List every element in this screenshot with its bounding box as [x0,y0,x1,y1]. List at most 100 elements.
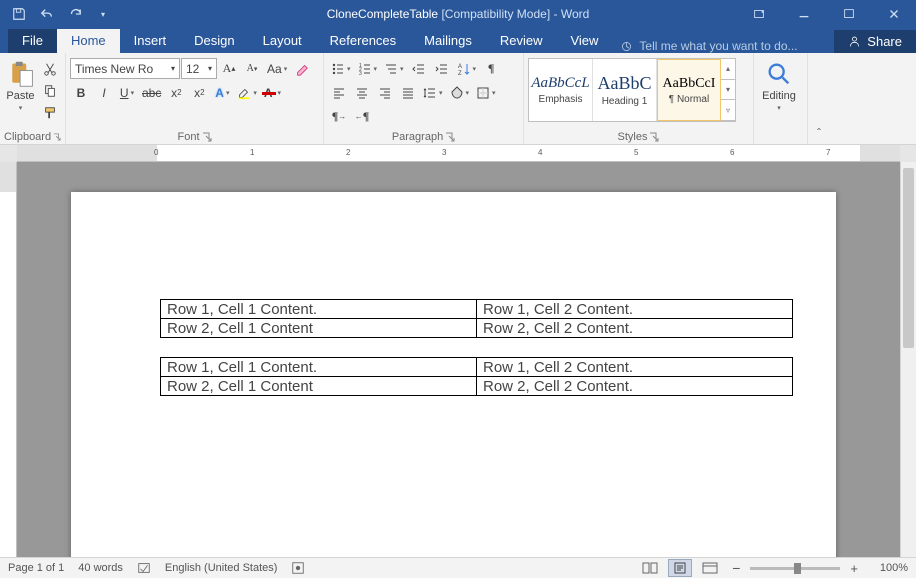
vertical-scrollbar[interactable] [900,162,916,557]
show-marks-button[interactable]: ¶ [480,58,502,79]
table-1[interactable]: Row 1, Cell 1 Content.Row 1, Cell 2 Cont… [160,299,793,338]
font-size[interactable]: 12▾ [181,58,217,79]
indent-button[interactable] [431,58,453,79]
redo-button[interactable] [62,1,88,27]
vertical-ruler[interactable] [0,162,17,557]
status-bar: Page 1 of 1 40 words English (United Sta… [0,557,916,578]
tab-review[interactable]: Review [486,29,557,53]
subscript-button[interactable]: x2 [165,82,187,103]
ribbon-display-options[interactable] [736,0,781,28]
group-paragraph: 123 AZ ¶ ¶→ ←¶ Paragraph [324,53,524,144]
editing-button[interactable]: Editing ▾ [758,58,800,114]
style-emphasis[interactable]: AaBbCcLEmphasis [529,59,593,121]
text-effects-button[interactable]: A [211,82,233,103]
align-right-button[interactable] [374,82,396,103]
horizontal-ruler[interactable]: 01234567 [17,145,900,162]
underline-button[interactable]: U [116,82,138,103]
tab-home[interactable]: Home [57,29,120,53]
font-name[interactable]: Times New Ro▾ [70,58,180,79]
tell-me[interactable]: Tell me what you want to do... [620,39,797,53]
close-button[interactable] [871,0,916,28]
minimize-button[interactable] [781,0,826,28]
zoom-slider[interactable] [750,567,840,570]
ribbon: Paste ▾ Clipboard Times New Ro▾ 12▾ A▴ A… [0,53,916,145]
italic-button[interactable]: I [93,82,115,103]
window-title: CloneCompleteTable [Compatibility Mode] … [327,7,590,21]
paragraph-launcher-icon[interactable] [445,132,455,142]
status-proof-icon[interactable] [137,561,151,575]
multilevel-button[interactable] [381,58,407,79]
paste-button[interactable]: Paste ▾ [4,58,37,114]
save-button[interactable] [6,1,32,27]
font-color-button[interactable]: A [261,82,284,103]
styles-gallery[interactable]: AaBbCcLEmphasis AaBbCHeading 1 AaBbCcI¶ … [528,58,736,122]
cut-button[interactable] [39,58,61,79]
line-spacing-button[interactable] [420,82,446,103]
justify-button[interactable] [397,82,419,103]
bullets-button[interactable] [328,58,354,79]
shrink-font-button[interactable]: A▾ [241,58,263,79]
tab-references[interactable]: References [316,29,410,53]
highlight-button[interactable] [234,82,260,103]
sort-button[interactable]: AZ [454,58,480,79]
status-language[interactable]: English (United States) [165,562,278,574]
maximize-button[interactable] [826,0,871,28]
shading-button[interactable] [447,82,473,103]
tab-insert[interactable]: Insert [120,29,181,53]
tab-view[interactable]: View [556,29,612,53]
svg-text:A: A [458,64,462,70]
tab-file[interactable]: File [8,29,57,53]
font-launcher-icon[interactable] [202,132,212,142]
svg-text:3: 3 [359,71,362,76]
copy-button[interactable] [39,80,61,101]
web-layout-button[interactable] [698,559,722,577]
group-clipboard: Paste ▾ Clipboard [0,53,66,144]
share-button[interactable]: Share [834,30,916,53]
tab-mailings[interactable]: Mailings [410,29,486,53]
grow-font-button[interactable]: A▴ [218,58,240,79]
numbering-button[interactable]: 123 [355,58,381,79]
table-row: Row 2, Cell 1 ContentRow 2, Cell 2 Conte… [161,319,793,338]
read-mode-button[interactable] [638,559,662,577]
styles-more[interactable]: ▿ [721,100,735,121]
styles-up[interactable]: ▴ [721,59,735,80]
table-2[interactable]: Row 1, Cell 1 Content.Row 1, Cell 2 Cont… [160,357,793,396]
status-macro-icon[interactable] [291,561,305,575]
style-normal[interactable]: AaBbCcI¶ Normal [657,59,721,121]
styles-launcher-icon[interactable] [649,132,659,142]
clear-format-button[interactable] [291,58,313,79]
qat-customize[interactable]: ▾ [90,1,116,27]
rtl-button[interactable]: ←¶ [351,106,373,127]
clipboard-launcher-icon[interactable] [53,132,61,142]
styles-down[interactable]: ▾ [721,80,735,101]
quick-access-toolbar: ▾ [0,1,122,27]
bold-button[interactable]: B [70,82,92,103]
align-center-button[interactable] [351,82,373,103]
strike-button[interactable]: abc [139,82,164,103]
table-row: Row 1, Cell 1 Content.Row 1, Cell 2 Cont… [161,300,793,319]
zoom-out-button[interactable]: − [728,560,744,576]
outdent-button[interactable] [408,58,430,79]
borders-button[interactable] [473,82,499,103]
tab-design[interactable]: Design [180,29,248,53]
group-font: Times New Ro▾ 12▾ A▴ A▾ Aa B I U abc x2 … [66,53,324,144]
table-row: Row 2, Cell 1 ContentRow 2, Cell 2 Conte… [161,377,793,396]
zoom-level[interactable]: 100% [868,562,908,574]
collapse-ribbon[interactable]: ˆ [808,53,830,144]
ltr-button[interactable]: ¶→ [328,106,350,127]
zoom-in-button[interactable]: + [846,561,862,576]
document-area[interactable]: Row 1, Cell 1 Content.Row 1, Cell 2 Cont… [17,162,900,557]
group-styles: AaBbCcLEmphasis AaBbCHeading 1 AaBbCcI¶ … [524,53,754,144]
group-editing: Editing ▾ [754,53,808,144]
format-painter-button[interactable] [39,102,61,123]
print-layout-button[interactable] [668,559,692,577]
status-words[interactable]: 40 words [78,562,123,574]
page: Row 1, Cell 1 Content.Row 1, Cell 2 Cont… [71,192,836,557]
align-left-button[interactable] [328,82,350,103]
tab-layout[interactable]: Layout [249,29,316,53]
change-case-button[interactable]: Aa [264,58,290,79]
undo-button[interactable] [34,1,60,27]
superscript-button[interactable]: x2 [188,82,210,103]
status-page[interactable]: Page 1 of 1 [8,562,64,574]
style-heading1[interactable]: AaBbCHeading 1 [593,59,657,121]
